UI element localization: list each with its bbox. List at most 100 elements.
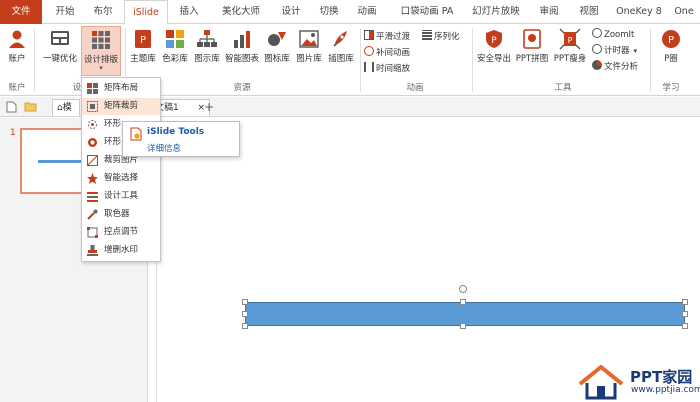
menu-item-watermark[interactable]: 增删水印 [82,242,160,259]
tab-view[interactable]: 视图 [572,0,606,24]
org-chart-icon [197,30,217,47]
menu-item-design-tools[interactable]: 设计工具 [82,188,160,205]
color-lib-label: 色彩库 [162,54,188,64]
tab-transitions[interactable]: 切换 [312,0,346,24]
group-label-resources: 资源 [233,83,251,93]
resize-handle[interactable] [682,299,688,305]
file-analysis-button[interactable]: 文件分析 [592,60,638,74]
timer-button[interactable]: 计时器 ▾ [592,44,637,58]
resize-handle[interactable] [242,311,248,317]
new-file-icon[interactable] [6,101,17,113]
tooltip-title: iSlide Tools [147,127,205,137]
design-layout-dropdown: 矩阵布局 矩阵裁剪 环形 环形 裁剪图片 智能选择 设计工具 取色器 控点调节 … [81,77,161,262]
menu-item-smart-select[interactable]: 智能选择 [82,170,160,187]
smooth-transition-button[interactable]: 平滑过渡 [364,30,410,44]
rocket-icon [333,31,347,47]
menu-item-label: 控点调节 [104,227,139,237]
tab-slideshow[interactable]: 幻灯片放映 [466,0,526,24]
user-icon [9,30,25,48]
tooltip-details-link[interactable]: 详细信息 [147,142,181,154]
tab-one[interactable]: One [668,0,700,24]
theme-icon: P [135,30,151,48]
safe-export-label: 安全导出 [476,54,511,64]
ppt-collage-button[interactable]: PPT拼图 [514,28,550,64]
diagram-lib-button[interactable]: 图示库 [192,28,222,64]
menu-item-label: 矩阵布局 [104,83,139,93]
tab-islide[interactable]: iSlide [124,0,168,25]
palette-icon [166,30,184,48]
sequence-icon [422,30,432,40]
shield-p-icon: P [486,30,502,48]
design-layout-button[interactable]: 设计排版 ▾ [81,26,121,76]
diagram-lib-label: 图示库 [194,54,220,64]
tab-boolean[interactable]: 布尔 [86,0,120,24]
resize-handle[interactable] [460,299,466,305]
resize-handle[interactable] [242,323,248,329]
illustration-lib-button[interactable]: 插图库 [326,28,356,64]
sequence-button[interactable]: 序列化 [422,30,460,44]
menu-item-label: 智能选择 [104,173,139,183]
theme-lib-button[interactable]: P 主题库 [128,28,158,64]
tab-home[interactable]: 开始 [48,0,82,24]
menu-item-label: 环形 [104,137,122,147]
tab-insert[interactable]: 插入 [172,0,206,24]
design-tools-icon [87,192,98,202]
crop-picture-icon [87,155,98,166]
tab-meihua[interactable]: 美化大师 [212,0,270,24]
ppt-slim-button[interactable]: P PPT瘦身 [552,28,588,64]
rotate-handle[interactable] [459,285,467,293]
tab-review[interactable]: 审阅 [532,0,566,24]
ribbon-tab-bar: 文件 开始 布尔 iSlide 插入 美化大师 设计 切换 动画 口袋动画 PA… [0,0,700,25]
menu-item-color-picker[interactable]: 取色器 [82,206,160,223]
menu-item-handle-adjust[interactable]: 控点调节 [82,224,160,241]
tab-onekey8[interactable]: OneKey 8 [614,0,664,24]
color-lib-button[interactable]: 色彩库 [160,28,190,64]
menu-item-matrix-layout[interactable]: 矩阵布局 [82,80,160,97]
smart-chart-label: 智能图表 [224,54,259,64]
resize-handle[interactable] [682,311,688,317]
account-button[interactable]: 账户 [4,28,30,64]
add-tab-button[interactable]: + [204,99,214,115]
slide-canvas[interactable] [149,118,700,402]
zoomit-button[interactable]: ZoomIt [592,28,634,42]
safe-export-button[interactable]: P 安全导出 [476,28,512,64]
pcircle-button[interactable]: P P圈 [656,28,686,64]
pcircle-label: P圈 [664,54,678,64]
resize-handle[interactable] [242,299,248,305]
optimize-button[interactable]: 一键优化 [40,28,80,64]
resize-handle[interactable] [460,323,466,329]
house-logo-icon [578,365,624,400]
smart-chart-button[interactable]: 智能图表 [224,28,260,64]
picture-lib-button[interactable]: 图片库 [294,28,324,64]
clock-icon [592,44,602,54]
file-analysis-label: 文件分析 [604,62,639,72]
icon-shapes-icon [268,32,286,46]
chevron-down-icon: ▾ [99,64,103,72]
tab-animations[interactable]: 动画 [350,0,384,24]
resize-handle[interactable] [682,323,688,329]
time-scale-button[interactable]: 时间缩放 [364,62,410,76]
tab-template[interactable]: ⌂模 [52,99,80,116]
menu-item-label: 设计工具 [104,191,139,201]
image-icon [299,30,319,48]
tween-anim-button[interactable]: 补间动画 [364,46,410,60]
smooth-transition-label: 平滑过渡 [376,32,411,42]
menu-item-label: 矩阵裁剪 [104,101,139,111]
tab-pocket-anim[interactable]: 口袋动画 PA [392,0,462,24]
group-label-tools: 工具 [554,83,572,93]
islide-document-icon [130,127,142,141]
svg-text:P: P [491,36,497,46]
folder-icon[interactable] [24,101,37,112]
watermark-url: www.pptjia.com [631,385,700,395]
tab-file[interactable]: 文件 [0,0,42,24]
ppt-collage-label: PPT拼图 [515,54,549,64]
icon-lib-button[interactable]: 图标库 [262,28,292,64]
tab-design[interactable]: 设计 [274,0,308,24]
pptjia-watermark: PPT家园 www.pptjia.com [576,364,700,400]
ring-crop-icon [88,138,97,147]
menu-item-label: 增删水印 [104,245,139,255]
theme-lib-label: 主题库 [130,54,156,64]
menu-item-matrix-crop[interactable]: 矩阵裁剪 [82,98,160,115]
tween-icon [364,46,374,56]
menu-item-label: 取色器 [104,209,130,219]
